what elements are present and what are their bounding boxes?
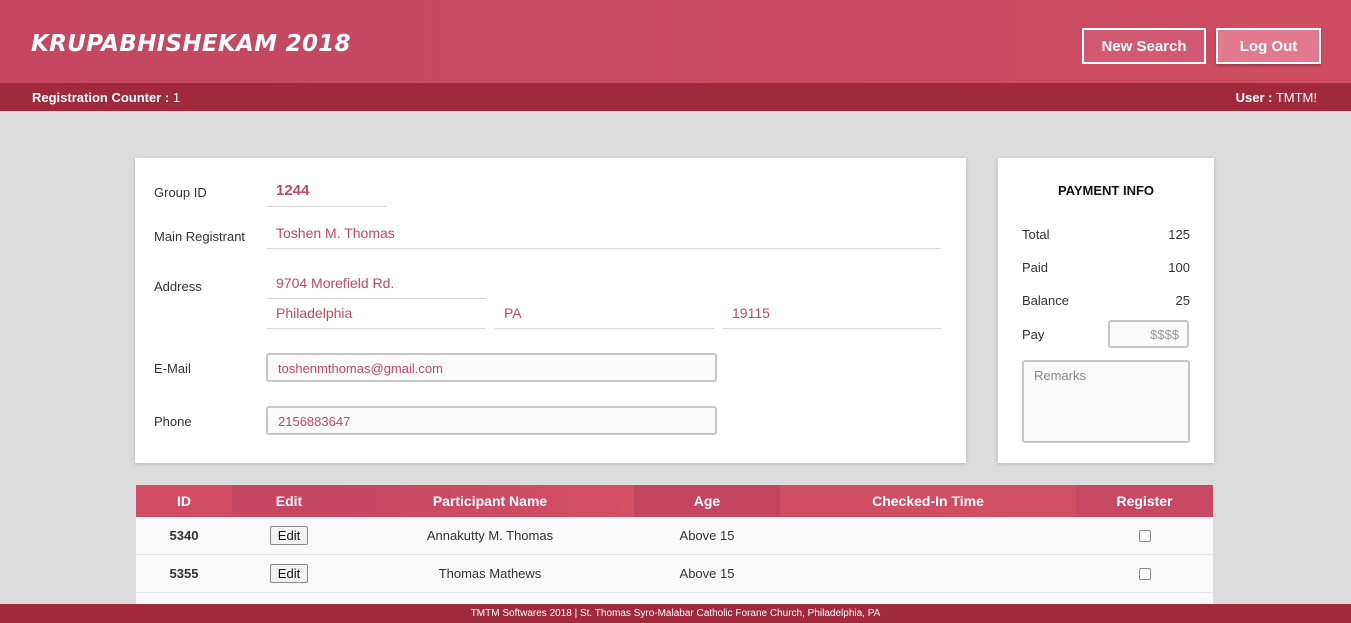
state-field[interactable]: PA (495, 303, 714, 329)
payment-card: PAYMENT INFO Total 125 Paid 100 Balance … (998, 158, 1214, 463)
column-header-age: Age (634, 485, 780, 517)
register-cell (1076, 555, 1213, 592)
pay-amount-input[interactable]: $$$$ (1108, 320, 1189, 348)
total-label: Total (1022, 227, 1050, 242)
table-row: 5340 Edit Annakutty M. Thomas Above 15 (136, 517, 1213, 555)
user-info: User : TMTM! (1236, 90, 1317, 105)
pay-row: Pay (1022, 327, 1102, 342)
top-header: KRUPABHISHEKAM 2018 New Search Log Out (0, 0, 1351, 83)
participant-name: Thomas Mathews (438, 566, 542, 581)
counter-label: Registration Counter : (32, 90, 170, 105)
user-label: User : (1235, 90, 1273, 105)
remarks-textarea[interactable]: Remarks (1022, 360, 1190, 443)
table-row-partial (136, 593, 1213, 604)
balance-row: Balance 25 (1022, 293, 1190, 308)
street-field[interactable]: 9704 Morefield Rd. (267, 273, 486, 299)
table-row: 5355 Edit Thomas Mathews Above 15 (136, 555, 1213, 593)
column-header-id: ID (136, 485, 232, 517)
main-registrant-field[interactable]: Toshen M. Thomas (267, 223, 940, 249)
phone-field[interactable]: 2156883647 (266, 406, 717, 435)
edit-cell: Edit (232, 555, 346, 592)
edit-button[interactable]: Edit (269, 564, 309, 583)
logout-button[interactable]: Log Out (1216, 28, 1321, 64)
participant-age: Above 15 (679, 566, 735, 581)
zip-field[interactable]: 19115 (723, 303, 942, 329)
pay-label: Pay (1022, 327, 1045, 342)
column-header-edit: Edit (232, 485, 346, 517)
phone-label: Phone (154, 414, 192, 429)
edit-cell: Edit (232, 517, 346, 554)
status-bar: Registration Counter : 1 User : TMTM! (0, 83, 1351, 111)
footer: TMTM Softwares 2018 | St. Thomas Syro-Ma… (0, 604, 1351, 623)
email-field[interactable]: toshenmthomas@gmail.com (266, 353, 717, 382)
email-label: E-Mail (154, 361, 191, 376)
group-id-label: Group ID (154, 185, 207, 200)
column-header-register: Register (1076, 485, 1213, 517)
registration-counter: Registration Counter : 1 (32, 90, 180, 105)
register-checkbox[interactable] (1138, 567, 1151, 580)
table-header: ID Edit Participant Name Age Checked-In … (136, 485, 1213, 517)
user-value: TMTM! (1275, 90, 1317, 105)
paid-value: 100 (1168, 260, 1190, 275)
checked-in-time (780, 555, 1076, 592)
city-field[interactable]: Philadelphia (267, 303, 486, 329)
column-header-checked-in: Checked-In Time (780, 485, 1076, 517)
participant-id: 5340 (169, 528, 199, 543)
balance-value: 25 (1175, 293, 1190, 308)
edit-button[interactable]: Edit (269, 526, 309, 545)
paid-label: Paid (1022, 260, 1049, 275)
register-cell (1076, 517, 1213, 554)
participant-name: Annakutty M. Thomas (426, 528, 554, 543)
paid-row: Paid 100 (1022, 260, 1190, 275)
counter-value: 1 (172, 90, 181, 105)
main-registrant-label: Main Registrant (154, 229, 246, 244)
participants-table: ID Edit Participant Name Age Checked-In … (136, 485, 1213, 604)
participant-age: Above 15 (679, 528, 735, 543)
new-search-button[interactable]: New Search (1082, 28, 1206, 64)
participant-id: 5355 (169, 566, 199, 581)
group-id-value: 1244 (267, 181, 387, 207)
total-value: 125 (1168, 227, 1190, 242)
registrant-card: Group ID 1244 Main Registrant Toshen M. … (135, 158, 966, 463)
register-checkbox[interactable] (1138, 529, 1151, 542)
balance-label: Balance (1022, 293, 1069, 308)
total-row: Total 125 (1022, 227, 1190, 242)
app-title: KRUPABHISHEKAM 2018 (31, 31, 351, 57)
address-label: Address (154, 279, 202, 294)
payment-title: PAYMENT INFO (1057, 183, 1155, 198)
column-header-name: Participant Name (346, 485, 634, 517)
checked-in-time (780, 517, 1076, 554)
